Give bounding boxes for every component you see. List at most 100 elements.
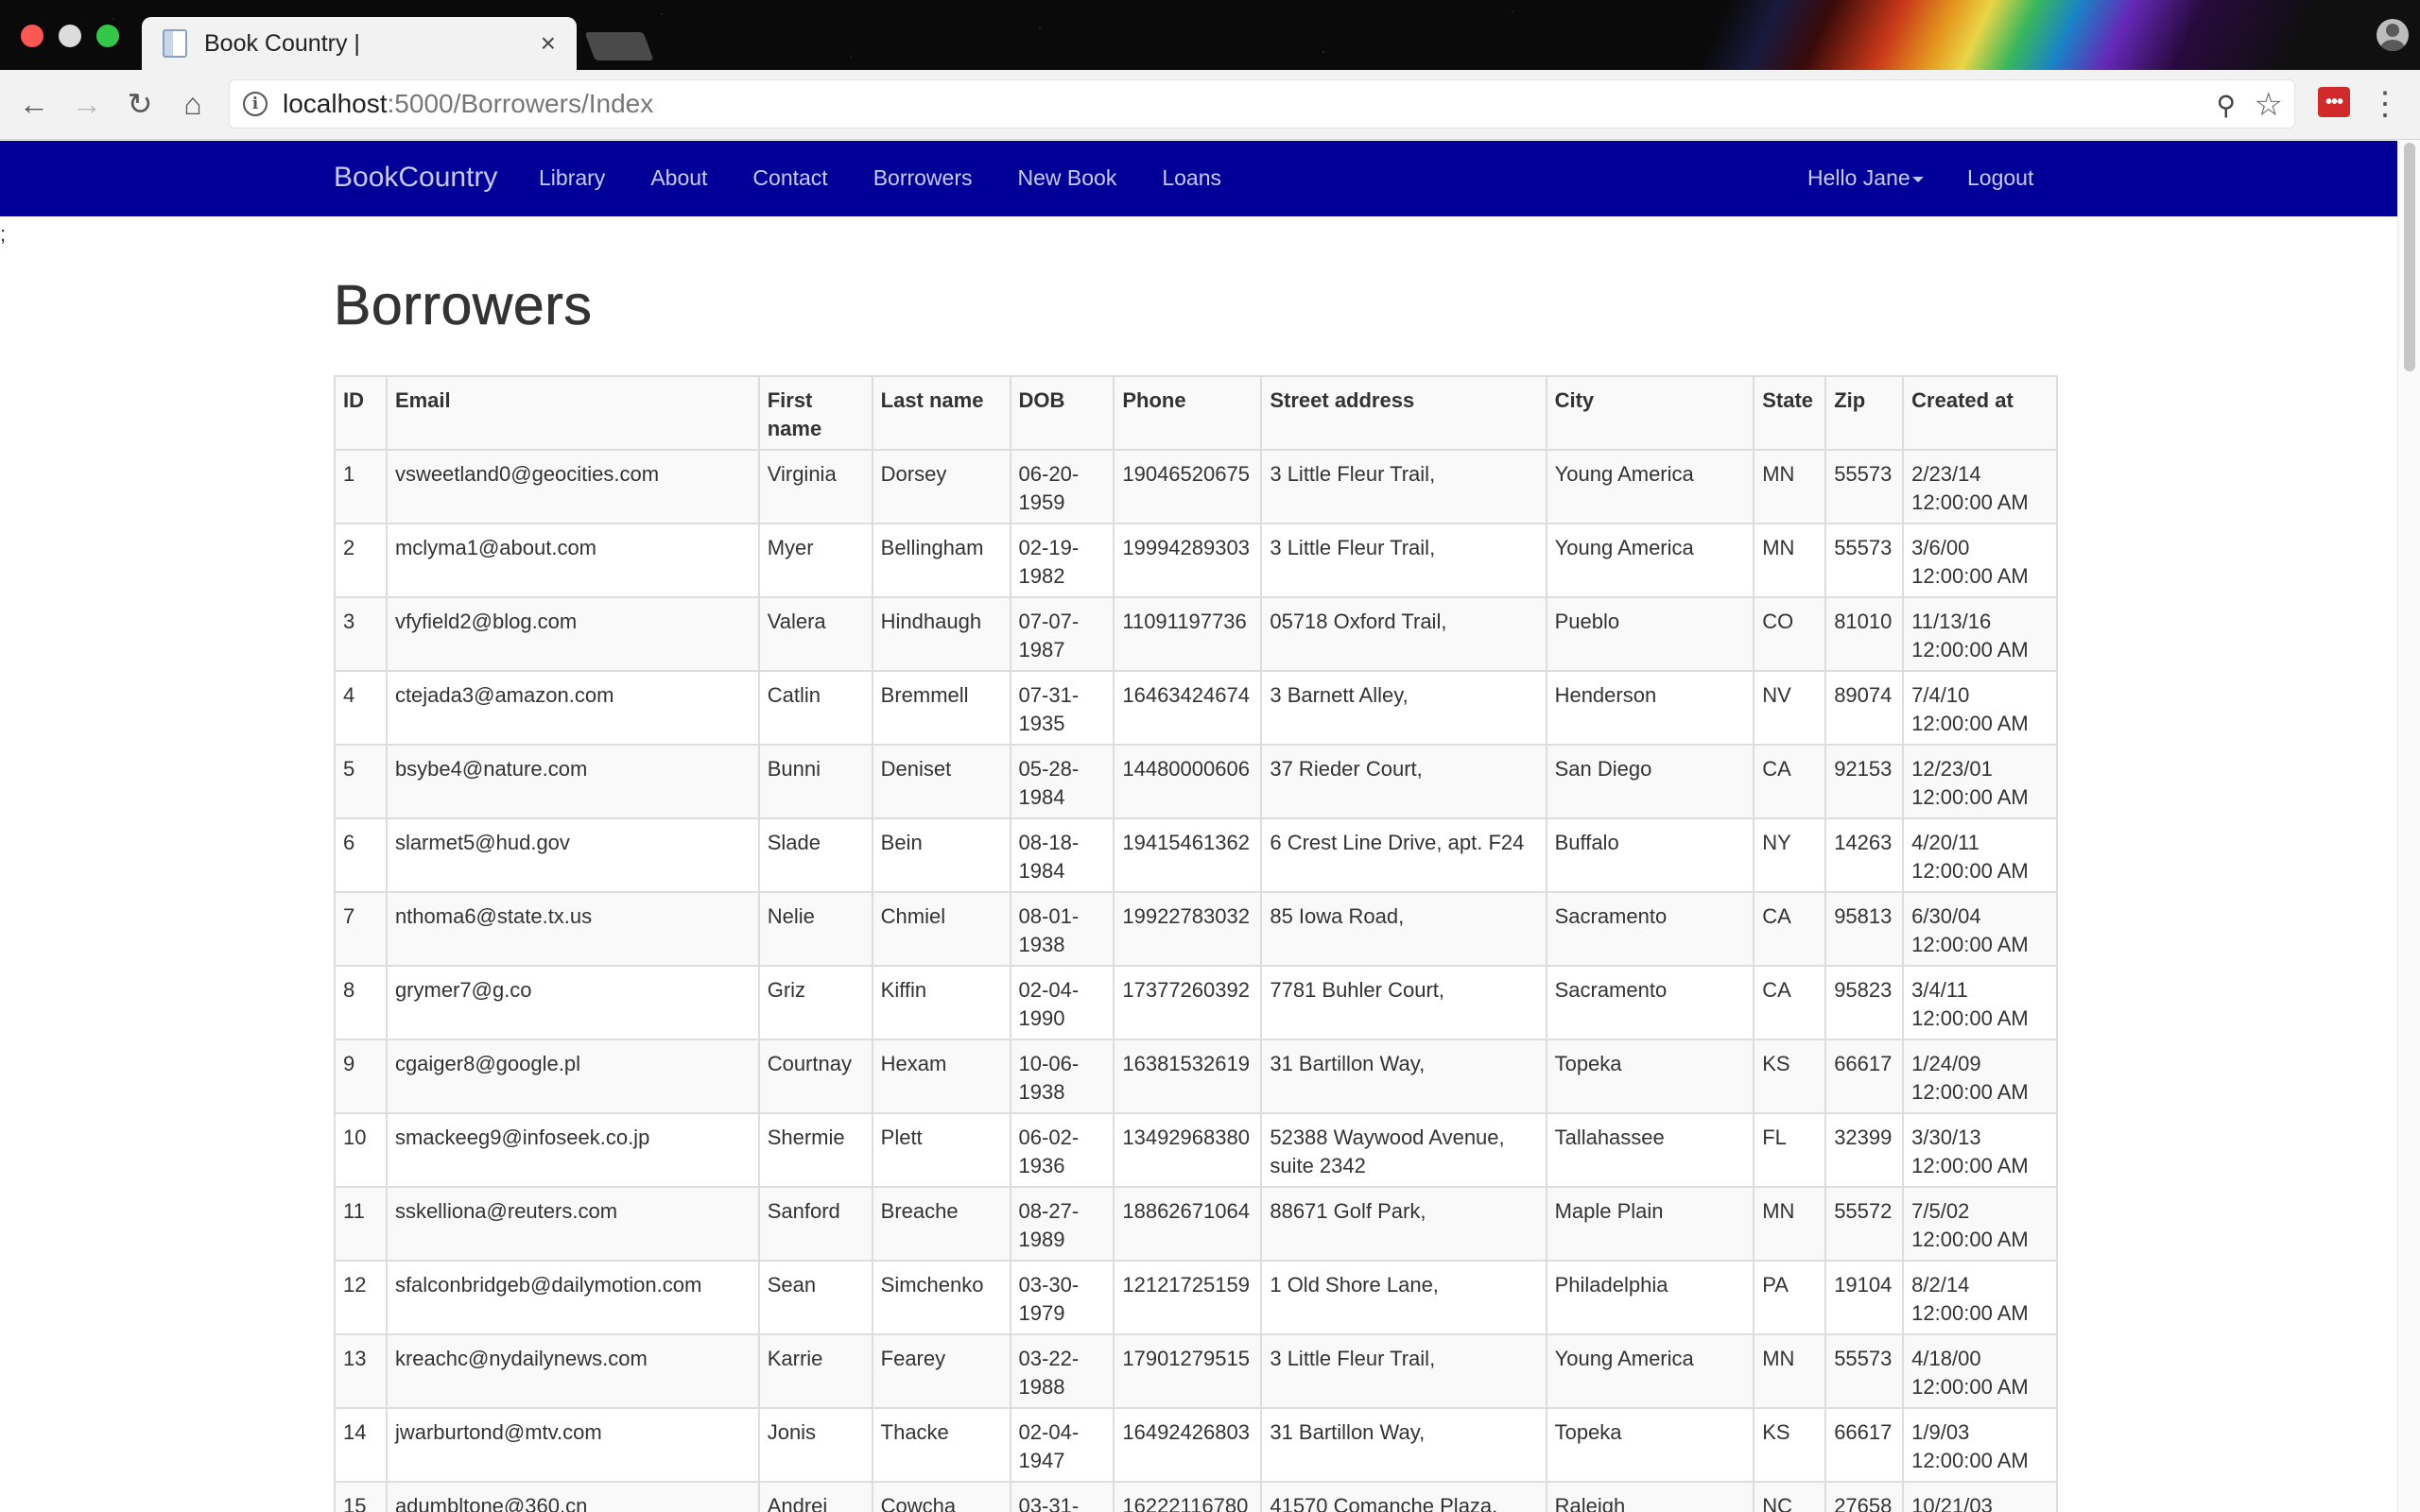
table-row: 8 grymer7@g.co Griz Kiffin 02-04-1990 1737726… <box>334 965 2058 1040</box>
table-row: 10 smackeeg9@infoseek.co.jp Shermie Plett 06… <box>334 1112 2058 1188</box>
table-cell: ctejada3@amazon.com <box>385 670 760 746</box>
table-cell: Philadelphia <box>1545 1260 1755 1335</box>
nav-link-contact[interactable]: Contact <box>752 165 827 191</box>
table-cell: 55573 <box>1824 449 1905 524</box>
table-cell: 55573 <box>1824 1333 1905 1409</box>
table-cell: Myer <box>757 523 873 598</box>
table-cell: 19994289303 <box>1113 523 1263 598</box>
table-cell: 07-07-1987 <box>1009 596 1115 672</box>
table-cell: Courtnay <box>757 1039 873 1114</box>
tab-title: Book Country | <box>204 29 360 57</box>
home-icon[interactable]: ⌂ <box>172 83 214 125</box>
user-dropdown[interactable]: Hello Jane <box>1807 165 1924 191</box>
table-cell: sskelliona@reuters.com <box>385 1186 760 1262</box>
table-cell: 11 <box>334 1186 388 1262</box>
new-tab-button[interactable] <box>584 32 654 60</box>
reload-icon[interactable]: ↻ <box>119 83 161 125</box>
table-cell: 3/6/00 12:00:00 AM <box>1902 523 2058 598</box>
page-scrollbar[interactable] <box>2397 141 2420 1512</box>
zoom-icon[interactable]: ⚲ <box>2216 90 2236 121</box>
table-cell: 14263 <box>1824 817 1905 893</box>
table-row: 14 jwarburtond@mtv.com Jonis Thacke 02-04-19… <box>334 1407 2058 1483</box>
table-cell: 7/4/10 12:00:00 AM <box>1902 670 2058 746</box>
stray-text: ; <box>0 222 7 246</box>
nav-link-library[interactable]: Library <box>539 165 605 191</box>
extension-icon[interactable]: ••• <box>2318 87 2350 117</box>
table-cell: 10-06-1938 <box>1009 1039 1115 1114</box>
scrollbar-thumb[interactable] <box>2404 143 2415 371</box>
tab-close-icon[interactable]: × <box>541 30 556 57</box>
table-cell: 17901279515 <box>1113 1333 1263 1409</box>
table-cell: cgaiger8@google.pl <box>385 1039 760 1114</box>
column-header: DOB <box>1009 375 1115 451</box>
column-header: First name <box>757 375 873 451</box>
table-row: 7 nthoma6@state.tx.us Nelie Chmiel 08-01-193… <box>334 891 2058 967</box>
window-maximize-button[interactable] <box>96 25 119 47</box>
table-cell: Bellingham <box>871 523 1011 598</box>
table-cell: 02-19-1982 <box>1009 523 1115 598</box>
table-cell: Shermie <box>757 1112 873 1188</box>
address-bar[interactable]: i localhost:5000/Borrowers/Index ⚲ ☆ <box>229 79 2295 129</box>
table-cell: 32399 <box>1824 1112 1905 1188</box>
table-cell: Henderson <box>1545 670 1755 746</box>
table-cell: grymer7@g.co <box>385 965 760 1040</box>
window-minimize-button[interactable] <box>59 25 81 47</box>
table-cell: 41570 Comanche Plaza, <box>1260 1481 1547 1512</box>
column-header: Created at <box>1902 375 2058 451</box>
table-cell: 13492968380 <box>1113 1112 1263 1188</box>
table-cell: FL <box>1753 1112 1827 1188</box>
info-icon[interactable]: i <box>243 92 268 116</box>
table-cell: Griz <box>757 965 873 1040</box>
table-cell: 9 <box>334 1039 388 1114</box>
column-header: Zip <box>1824 375 1905 451</box>
table-row: 6 slarmet5@hud.gov Slade Bein 08-18-1984 1941… <box>334 817 2058 893</box>
table-cell: KS <box>1753 1407 1827 1483</box>
table-cell: 37 Rieder Court, <box>1260 744 1547 819</box>
table-cell: 03-30-1979 <box>1009 1260 1115 1335</box>
forward-arrow-icon[interactable]: → <box>66 83 108 125</box>
table-cell: 06-02-1936 <box>1009 1112 1115 1188</box>
table-cell: 81010 <box>1824 596 1905 672</box>
browser-titlebar: Book Country | × <box>0 0 2420 70</box>
table-cell: 66617 <box>1824 1407 1905 1483</box>
table-cell: 19415461362 <box>1113 817 1263 893</box>
table-cell: 05718 Oxford Trail, <box>1260 596 1547 672</box>
table-cell: 7781 Buhler Court, <box>1260 965 1547 1040</box>
table-cell: 19922783032 <box>1113 891 1263 967</box>
back-arrow-icon[interactable]: ← <box>13 83 55 125</box>
nav-link-loans[interactable]: Loans <box>1162 165 1221 191</box>
app-navbar: BookCountry Library About Contact Borrow… <box>0 141 2397 216</box>
table-row: 9 cgaiger8@google.pl Courtnay Hexam 10-06-19… <box>334 1039 2058 1114</box>
table-cell: smackeeg9@infoseek.co.jp <box>385 1112 760 1188</box>
nav-link-about[interactable]: About <box>650 165 707 191</box>
nav-link-new-book[interactable]: New Book <box>1018 165 1117 191</box>
table-cell: CA <box>1753 891 1827 967</box>
table-cell: 3/30/13 12:00:00 AM <box>1902 1112 2058 1188</box>
window-close-button[interactable] <box>21 25 43 47</box>
table-cell: MN <box>1753 1333 1827 1409</box>
table-cell: 1/24/09 12:00:00 AM <box>1902 1039 2058 1114</box>
table-cell: Karrie <box>757 1333 873 1409</box>
page-title: Borrowers <box>334 274 593 337</box>
table-cell: 08-27-1989 <box>1009 1186 1115 1262</box>
browser-tab-active[interactable]: Book Country | × <box>142 17 577 70</box>
table-cell: NV <box>1753 670 1827 746</box>
column-header: Phone <box>1113 375 1263 451</box>
table-cell: MN <box>1753 1186 1827 1262</box>
table-cell: Topeka <box>1545 1407 1755 1483</box>
table-cell: Sean <box>757 1260 873 1335</box>
brand-link[interactable]: BookCountry <box>334 162 497 194</box>
profile-avatar-icon[interactable] <box>2377 19 2409 51</box>
table-cell: 55572 <box>1824 1186 1905 1262</box>
table-cell: 4/18/00 12:00:00 AM <box>1902 1333 2058 1409</box>
table-cell: 3 Barnett Alley, <box>1260 670 1547 746</box>
url-path: :5000/Borrowers/Index <box>387 89 654 118</box>
logout-link[interactable]: Logout <box>1967 165 2033 191</box>
table-cell: Andrei <box>757 1481 873 1512</box>
table-cell: 92153 <box>1824 744 1905 819</box>
browser-menu-icon[interactable]: ⋮ <box>2369 83 2401 125</box>
table-cell: Dorsey <box>871 449 1011 524</box>
table-cell: sfalconbridgeb@dailymotion.com <box>385 1260 760 1335</box>
nav-link-borrowers[interactable]: Borrowers <box>873 165 973 191</box>
bookmark-star-icon[interactable]: ☆ <box>2255 86 2283 124</box>
